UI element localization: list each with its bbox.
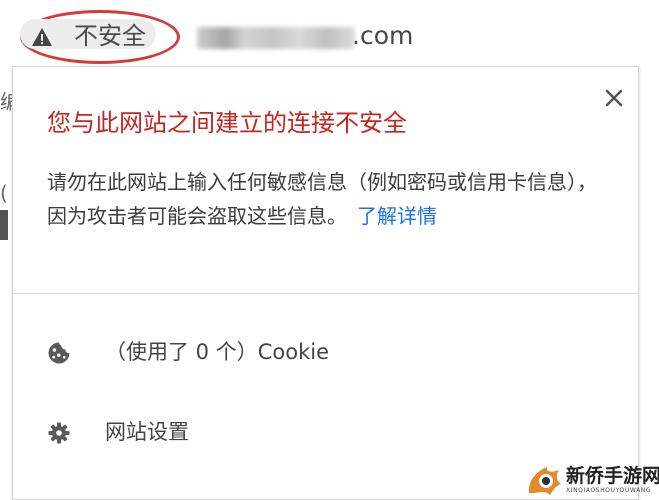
address-bar: 不安全 .com (0, 0, 659, 72)
background-page-fragment (0, 210, 8, 240)
divider (13, 293, 638, 294)
site-settings-row[interactable]: 网站设置 (13, 408, 638, 456)
site-watermark: 新侨手游网 XINQIAOSHOUYOUWANG (522, 461, 659, 500)
description-text: 请勿在此网站上输入任何敏感信息（例如密码或信用卡信息），因为攻击者可能会盗取这些… (47, 170, 597, 228)
learn-more-link[interactable]: 了解详情 (357, 204, 437, 228)
popup-description: 请勿在此网站上输入任何敏感信息（例如密码或信用卡信息），因为攻击者可能会盗取这些… (47, 165, 607, 233)
cookie-label: （使用了 0 个）Cookie (105, 340, 329, 364)
close-icon[interactable] (602, 86, 626, 110)
watermark-brand: 新侨手游网 (566, 465, 659, 487)
watermark-logo-icon (528, 467, 561, 495)
warning-icon (32, 28, 52, 46)
watermark-subtitle: XINQIAOSHOUYOUWANG (566, 487, 652, 494)
popup-title: 您与此网站之间建立的连接不安全 (47, 109, 407, 137)
background-page-fragment: ( (0, 181, 8, 205)
connection-info-popup: 您与此网站之间建立的连接不安全 请勿在此网站上输入任何敏感信息（例如密码或信用卡… (12, 66, 639, 500)
cookie-icon (48, 342, 70, 364)
cookie-row[interactable]: （使用了 0 个）Cookie (13, 328, 638, 376)
gear-icon (48, 422, 70, 444)
security-label[interactable]: 不安全 (74, 21, 146, 51)
domain-suffix: .com (352, 21, 414, 50)
browser-window: 不安全 .com 编 ( 您与此网站之间建立的连接不安全 请勿在此网站上输入任何… (0, 0, 659, 500)
site-settings-label: 网站设置 (105, 420, 189, 444)
blurred-domain-name (197, 27, 355, 49)
